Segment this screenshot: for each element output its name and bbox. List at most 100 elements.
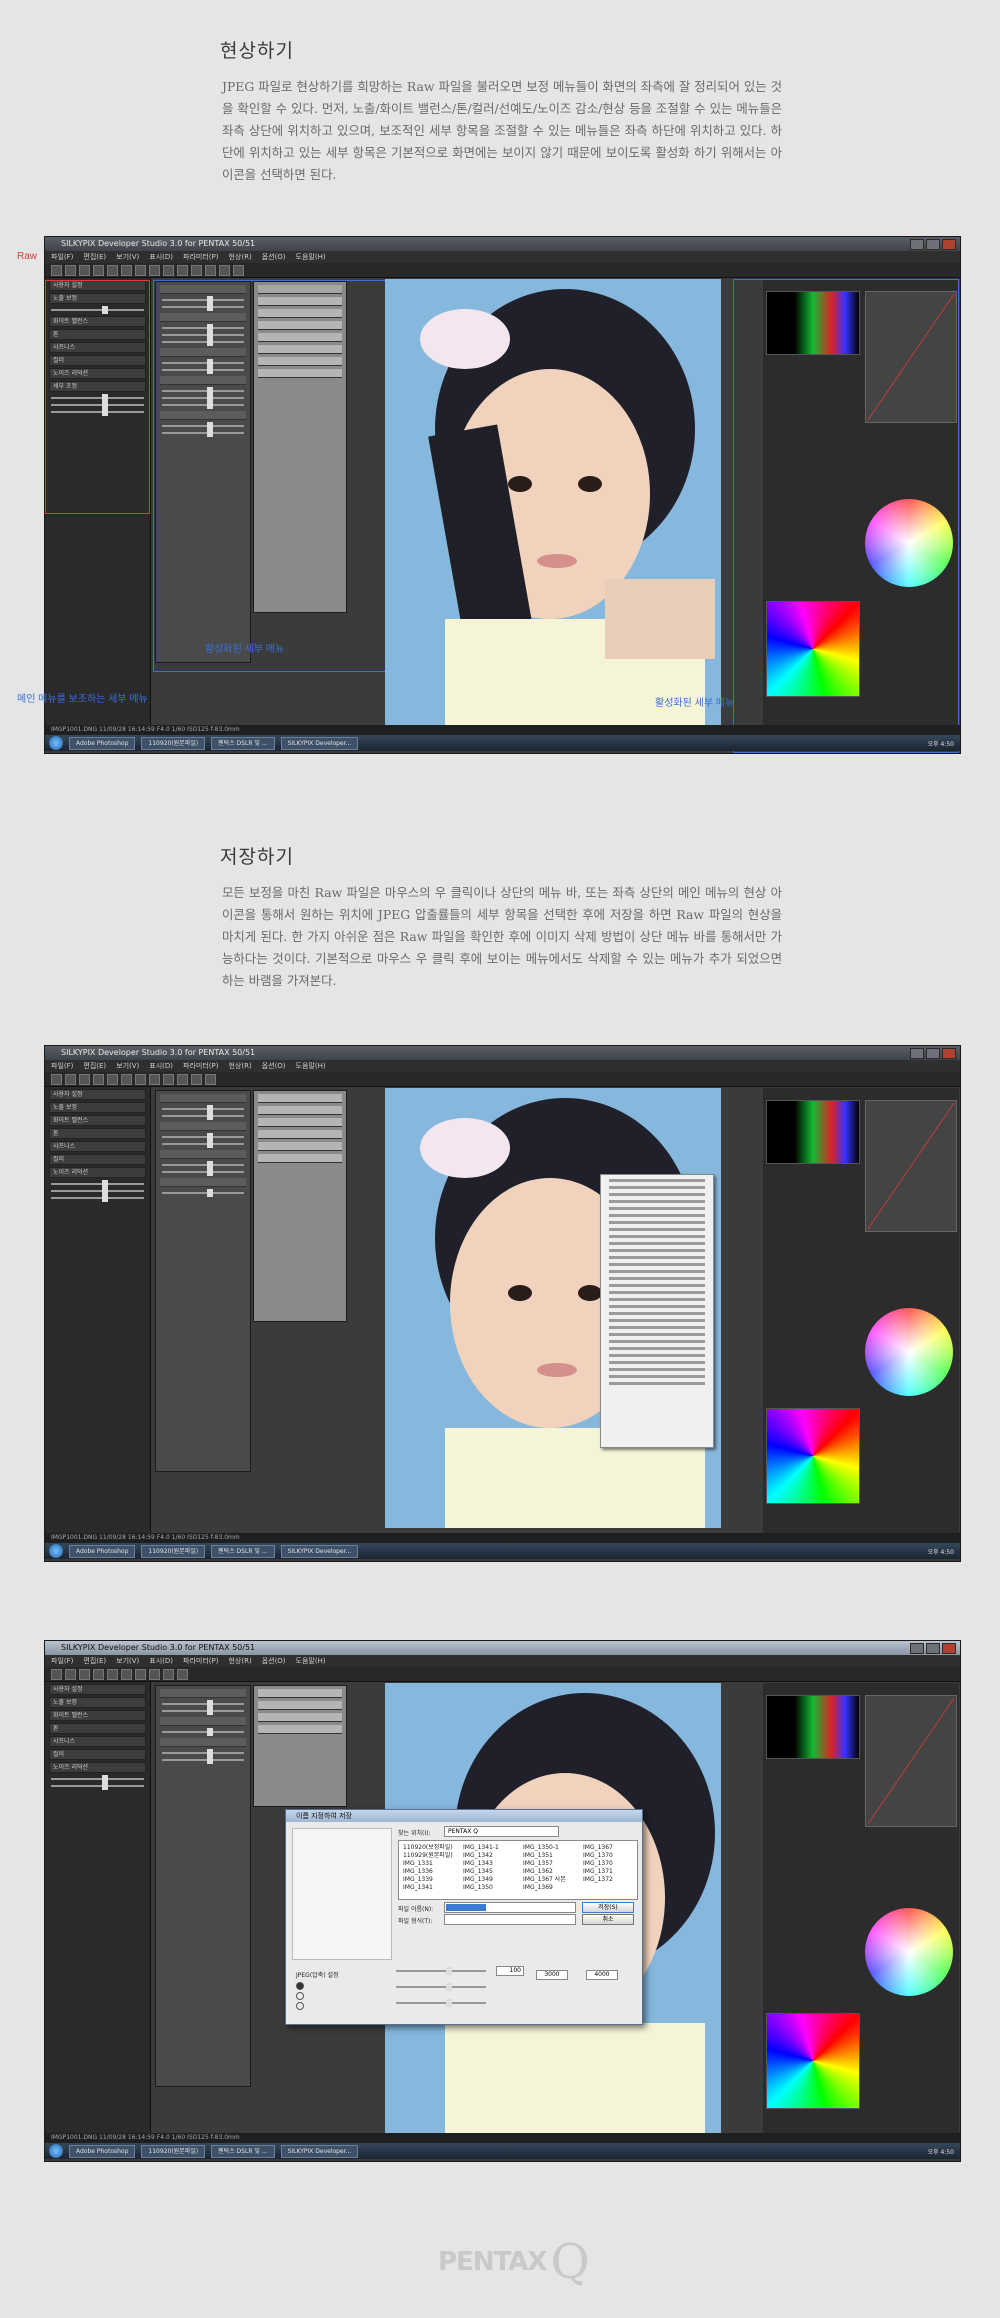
maximize-button[interactable] — [926, 1643, 940, 1654]
file-item[interactable]: IMG_1339 — [403, 1876, 433, 1884]
slider[interactable] — [162, 1105, 244, 1113]
menu-item[interactable]: 표시(D) — [149, 1060, 173, 1072]
save-in-select[interactable]: PENTAX Q — [444, 1826, 559, 1837]
context-menu-item[interactable] — [609, 1368, 705, 1371]
toolbar-icon[interactable] — [233, 264, 244, 276]
toolbar-icon[interactable] — [121, 1073, 132, 1085]
taskbar-item[interactable]: SILKYPIX Developer... — [280, 736, 359, 750]
taskbar-item[interactable]: 110920(원본파일) — [141, 736, 206, 750]
toolbar-icon[interactable] — [149, 1073, 160, 1085]
context-menu-item[interactable] — [609, 1375, 705, 1378]
file-item[interactable]: IMG_1342 — [463, 1852, 493, 1860]
maximize-button[interactable] — [926, 1048, 940, 1059]
taskbar-item[interactable]: SILKYPIX Developer... — [280, 1544, 359, 1558]
file-item[interactable]: IMG_1367 사본 — [523, 1876, 566, 1884]
cancel-button[interactable]: 취소 — [582, 1914, 634, 1925]
width-input[interactable]: 3000 — [536, 1970, 568, 1980]
minimize-button[interactable] — [910, 1048, 924, 1059]
close-button[interactable] — [942, 1048, 956, 1059]
context-menu-item[interactable] — [609, 1284, 705, 1287]
context-menu-item[interactable] — [609, 1319, 705, 1322]
toolbar-icon[interactable] — [107, 1073, 118, 1085]
toolbar-icon[interactable] — [51, 264, 62, 276]
color-wheel[interactable] — [865, 1908, 953, 1996]
toolbar-icon[interactable] — [177, 1668, 188, 1680]
menu-item[interactable]: 파라미터(P) — [183, 1060, 218, 1072]
toolbar-icon[interactable] — [79, 1073, 90, 1085]
slider[interactable] — [162, 1168, 244, 1176]
toolbar-icon[interactable] — [191, 1073, 202, 1085]
file-item[interactable]: IMG_1367 — [583, 1844, 613, 1852]
panel-item[interactable]: 톤 — [49, 1128, 146, 1139]
slider[interactable] — [162, 1749, 244, 1757]
height-input[interactable]: 4000 — [586, 1970, 618, 1980]
color-balance-box[interactable] — [766, 2013, 860, 2109]
slider[interactable] — [162, 1161, 244, 1169]
toolbar-icon[interactable] — [93, 1668, 104, 1680]
filetype-select[interactable] — [444, 1914, 576, 1925]
save-button[interactable]: 저장(S) — [582, 1902, 634, 1913]
file-item[interactable]: IMG_1341 — [403, 1884, 433, 1892]
panel-item[interactable]: 화이트 밸런스 — [49, 1115, 146, 1126]
slider[interactable] — [162, 1728, 244, 1736]
slider[interactable] — [162, 1700, 244, 1708]
taskbar-item[interactable]: 펜탁스 DSLR 및 ... — [211, 1544, 275, 1558]
toolbar-icon[interactable] — [205, 1073, 216, 1085]
toolbar-icon[interactable] — [163, 1668, 174, 1680]
menu-item[interactable]: 도움말(H) — [296, 251, 326, 263]
file-item[interactable]: IMG_1362 — [523, 1868, 553, 1876]
menu-item[interactable]: 현상(R) — [228, 1060, 251, 1072]
menu-item[interactable]: 도움말(H) — [296, 1060, 326, 1072]
panel-item[interactable]: 노이즈 리덕션 — [49, 1762, 146, 1773]
context-menu-item[interactable] — [609, 1333, 705, 1336]
file-item[interactable]: IMG_1343 — [463, 1860, 493, 1868]
tone-curve[interactable] — [865, 1695, 957, 1827]
menu-item[interactable]: 편집(E) — [83, 1655, 106, 1667]
start-button[interactable] — [49, 736, 63, 750]
toolbar-icon[interactable] — [107, 1668, 118, 1680]
slider[interactable] — [51, 1187, 144, 1195]
maximize-button[interactable] — [926, 239, 940, 250]
toolbar-icon[interactable] — [149, 264, 160, 276]
menu-item[interactable]: 표시(D) — [149, 251, 173, 263]
menu-item[interactable]: 보기(V) — [116, 1060, 139, 1072]
menu-item[interactable]: 파일(F) — [51, 1060, 73, 1072]
taskbar-item[interactable]: Adobe Photoshop — [69, 2144, 136, 2158]
context-menu-item[interactable] — [609, 1242, 705, 1245]
file-item[interactable]: IMG_1371 — [583, 1868, 613, 1876]
close-button[interactable] — [942, 1643, 956, 1654]
panel-item[interactable]: 컬러 — [49, 1154, 146, 1165]
file-item[interactable]: IMG_1331 — [403, 1860, 433, 1868]
jpeg-radio[interactable] — [296, 1992, 304, 2000]
toolbar-icon[interactable] — [107, 264, 118, 276]
quality-slider[interactable] — [396, 1967, 486, 1975]
toolbar-icon[interactable] — [135, 1668, 146, 1680]
menu-item[interactable]: 편집(E) — [83, 251, 106, 263]
toolbar-icon[interactable] — [149, 1668, 160, 1680]
taskbar-item[interactable]: 펜탁스 DSLR 및 ... — [211, 2144, 275, 2158]
toolbar-icon[interactable] — [135, 264, 146, 276]
minimize-button[interactable] — [910, 239, 924, 250]
context-menu-item[interactable] — [609, 1361, 705, 1364]
menu-item[interactable]: 옵션(O) — [262, 251, 286, 263]
context-menu-item[interactable] — [609, 1340, 705, 1343]
taskbar-item[interactable]: Adobe Photoshop — [69, 736, 136, 750]
taskbar-item[interactable]: Adobe Photoshop — [69, 1544, 136, 1558]
file-item[interactable]: IMG_1336 — [403, 1868, 433, 1876]
panel-item[interactable]: 샤프니스 — [49, 1736, 146, 1747]
color-wheel[interactable] — [865, 1308, 953, 1396]
menu-item[interactable]: 도움말(H) — [296, 1655, 326, 1667]
taskbar-item[interactable]: 110920(원본파일) — [141, 2144, 206, 2158]
toolbar-icon[interactable] — [121, 1668, 132, 1680]
context-menu-item[interactable] — [609, 1193, 705, 1196]
context-menu-item[interactable] — [609, 1354, 705, 1357]
toolbar-icon[interactable] — [65, 1668, 76, 1680]
context-menu[interactable] — [600, 1174, 714, 1448]
taskbar-item[interactable]: SILKYPIX Developer... — [280, 2144, 359, 2158]
menu-item[interactable]: 보기(V) — [116, 1655, 139, 1667]
panel-item[interactable]: 샤프니스 — [49, 1141, 146, 1152]
toolbar-icon[interactable] — [177, 264, 188, 276]
toolbar-icon[interactable] — [79, 264, 90, 276]
context-menu-item[interactable] — [609, 1228, 705, 1231]
menu-item[interactable]: 파일(F) — [51, 1655, 73, 1667]
